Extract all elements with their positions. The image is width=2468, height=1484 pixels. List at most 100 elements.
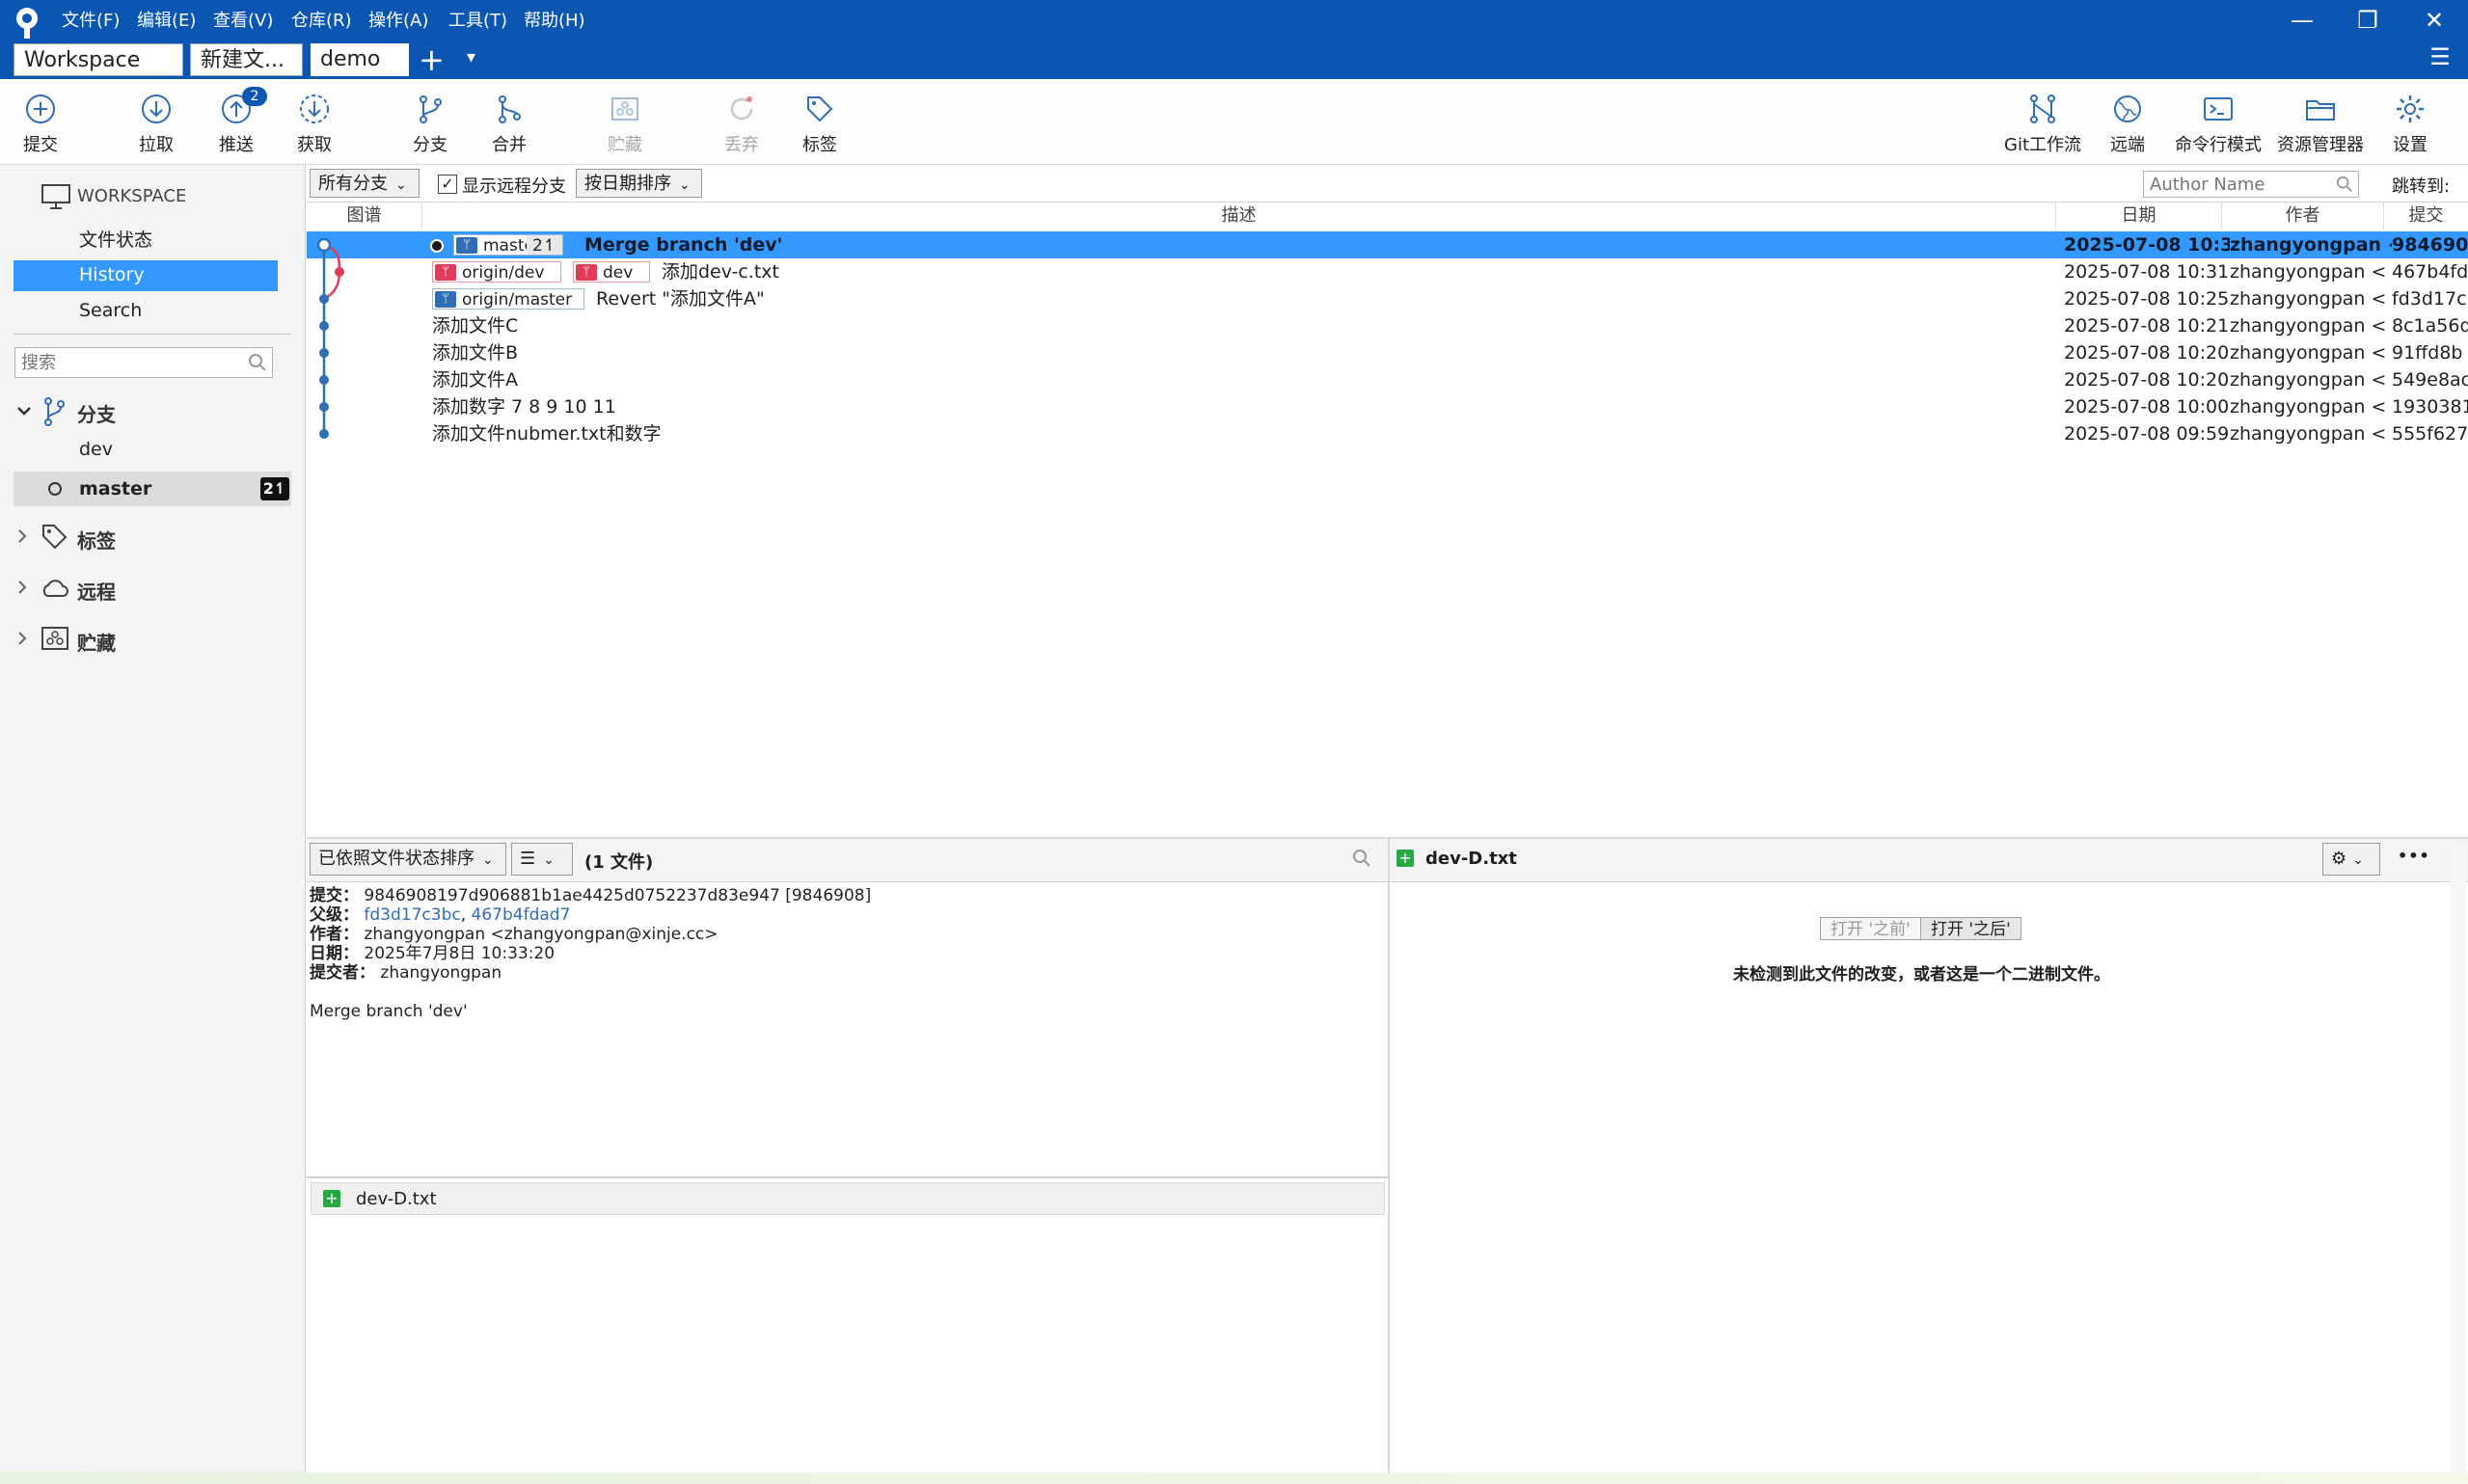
hamburger-menu-icon[interactable]: ☰ <box>2421 42 2459 71</box>
commit-row[interactable]: 添加文件C 2025-07-08 10:21 zhangyongpan < 8c… <box>307 312 2468 339</box>
chevron-right-icon[interactable] <box>16 528 28 544</box>
branch-button[interactable]: 分支 <box>392 87 469 160</box>
branch-item-master[interactable]: master 2↿ <box>14 472 291 506</box>
menu-repo[interactable]: 仓库(R) <box>291 9 352 34</box>
vertical-splitter[interactable] <box>1388 839 1390 1484</box>
fetch-button[interactable]: 获取 <box>276 87 353 160</box>
menu-view[interactable]: 查看(V) <box>213 9 273 34</box>
tags-heading[interactable]: 标签 <box>77 526 116 553</box>
commit-description: 添加文件A <box>432 369 518 391</box>
commit-description: 添加文件B <box>432 342 519 364</box>
column-description[interactable]: 描述 <box>422 202 2056 229</box>
file-list-item[interactable]: + dev-D.txt <box>311 1182 1385 1215</box>
parent-link-2[interactable]: 467b4fdad7 <box>472 905 571 925</box>
sidebar-item-history[interactable]: History <box>14 260 278 291</box>
tab-demo[interactable]: demo × <box>311 43 409 104</box>
ref-tag-origin-master[interactable]: ᛘ origin/master <box>432 288 584 310</box>
ref-tag-origin-dev[interactable]: ᛘ origin/dev <box>432 261 561 283</box>
explorer-button[interactable]: 资源管理器 <box>2272 87 2369 160</box>
menu-tools[interactable]: 工具(T) <box>448 9 507 34</box>
file-added-icon: + <box>1397 850 1414 867</box>
commit-graph <box>316 237 344 439</box>
remote-button[interactable]: 远端 <box>2089 87 2166 160</box>
commit-row[interactable]: ᛘ master 2↿ Merge branch 'dev' 2025-07-0… <box>307 231 2468 258</box>
search-icon <box>2336 175 2352 192</box>
remotes-heading[interactable]: 远程 <box>77 577 116 605</box>
diff-options-dropdown[interactable]: ⚙ ⌄ <box>2322 843 2380 876</box>
menu-edit[interactable]: 编辑(E) <box>137 9 196 34</box>
terminal-label: 命令行模式 <box>2175 135 2262 155</box>
discard-button[interactable]: 丢弃 <box>703 87 780 160</box>
branch-filter-dropdown[interactable]: 所有分支 ⌄ <box>310 169 420 198</box>
close-button[interactable]: ✕ <box>2415 6 2454 35</box>
status-strip <box>0 1472 2468 1484</box>
sidebar-item-search[interactable]: Search <box>79 300 142 321</box>
minimize-button[interactable]: — <box>2283 6 2321 35</box>
terminal-button[interactable]: 命令行模式 <box>2172 87 2265 160</box>
tab-list-chevron-icon[interactable]: ▾ <box>467 47 475 67</box>
settings-button[interactable]: 设置 <box>2372 87 2449 160</box>
column-graph[interactable]: 图谱 <box>307 202 422 229</box>
chevron-right-icon[interactable] <box>16 631 28 646</box>
workspace-heading: WORKSPACE <box>77 186 187 206</box>
parent-link-1[interactable]: fd3d17c3bc <box>364 905 460 925</box>
folder-icon <box>2306 100 2335 121</box>
chevron-down-icon: ⌄ <box>395 177 407 193</box>
stash-heading[interactable]: 贮藏 <box>77 628 116 656</box>
chevron-right-icon[interactable] <box>16 580 28 595</box>
gitflow-button[interactable]: Git工作流 <box>2004 87 2081 160</box>
explorer-label: 资源管理器 <box>2277 135 2364 155</box>
file-added-icon: + <box>323 1190 340 1207</box>
open-after-button[interactable]: 打开 '之后' <box>1920 917 2021 940</box>
file-count: (1 文件) <box>584 852 654 873</box>
show-remote-checkbox[interactable]: ✓ <box>438 175 457 194</box>
sourcetree-logo-icon <box>16 8 38 39</box>
jump-to-label[interactable]: 跳转到: <box>2392 173 2450 198</box>
column-date[interactable]: 日期 <box>2056 202 2222 229</box>
file-list-splitter[interactable] <box>307 1176 1388 1178</box>
column-commit[interactable]: 提交 <box>2384 202 2468 229</box>
menu-help[interactable]: 帮助(H) <box>524 9 585 34</box>
add-tab-icon[interactable]: + <box>419 42 445 77</box>
branches-heading[interactable]: 分支 <box>77 399 116 427</box>
push-count-badge: 2 <box>242 87 267 106</box>
settings-label: 设置 <box>2393 135 2427 155</box>
ref-tag-master[interactable]: ᛘ master 2↿ <box>453 234 563 256</box>
remote-label: 远端 <box>2110 135 2145 155</box>
sort-dropdown[interactable]: 按日期排序 ⌄ <box>576 169 702 198</box>
commit-row[interactable]: 添加数字 7 8 9 10 11 2025-07-08 10:00 zhangy… <box>307 393 2468 420</box>
tag-button[interactable]: 标签 <box>781 87 858 160</box>
file-sort-dropdown[interactable]: 已依照文件状态排序 ⌄ <box>310 843 506 876</box>
commit-row[interactable]: 添加文件A 2025-07-08 10:20 zhangyongpan < 54… <box>307 366 2468 393</box>
pull-button[interactable]: 拉取 <box>118 87 195 160</box>
branch-ref-icon: ᛘ <box>456 237 477 254</box>
column-author[interactable]: 作者 <box>2222 202 2384 229</box>
commit-row[interactable]: 添加文件B 2025-07-08 10:20 zhangyongpan < 91… <box>307 339 2468 366</box>
sidebar-search-input[interactable] <box>14 347 273 378</box>
author-filter-input[interactable] <box>2143 171 2359 198</box>
restore-button[interactable]: ❐ <box>2348 6 2387 35</box>
commit-row[interactable]: ᛘ origin/master Revert "添加文件A" 2025-07-0… <box>307 285 2468 312</box>
merge-button[interactable]: 合并 <box>471 87 548 160</box>
detail-commit-value[interactable]: 9846908197d906881b1ae4425d0752237d83e947… <box>364 886 871 905</box>
view-mode-dropdown[interactable]: ☰ ⌄ <box>511 843 573 876</box>
graph-node <box>335 267 344 277</box>
stash-button[interactable]: 贮藏 <box>586 87 664 160</box>
tab-new[interactable]: 新建文... <box>190 43 303 76</box>
diff-scrollbar[interactable] <box>2451 845 2466 1481</box>
search-icon[interactable] <box>1352 849 1371 868</box>
sidebar-item-file-status[interactable]: 文件状态 <box>79 226 152 252</box>
commit-button[interactable]: 提交 <box>2 87 79 160</box>
menu-file[interactable]: 文件(F) <box>62 9 120 34</box>
more-options-icon[interactable]: ••• <box>2398 847 2430 865</box>
pull-label: 拉取 <box>139 135 174 155</box>
ref-tag-dev[interactable]: ᛘ dev <box>573 261 650 283</box>
menu-action[interactable]: 操作(A) <box>368 9 428 34</box>
chevron-down-icon[interactable] <box>16 403 32 418</box>
commit-author: zhangyongpan < <box>2230 423 2387 445</box>
tab-workspace[interactable]: Workspace <box>14 43 183 76</box>
commit-row[interactable]: ᛘ origin/dev ᛘ dev 添加dev-c.txt 2025-07-0… <box>307 258 2468 285</box>
open-before-button[interactable]: 打开 '之前' <box>1820 917 1921 940</box>
commit-row[interactable]: 添加文件nubmer.txt和数字 2025-07-08 09:59 zhang… <box>307 420 2468 447</box>
branch-item-dev[interactable]: dev <box>79 439 113 460</box>
